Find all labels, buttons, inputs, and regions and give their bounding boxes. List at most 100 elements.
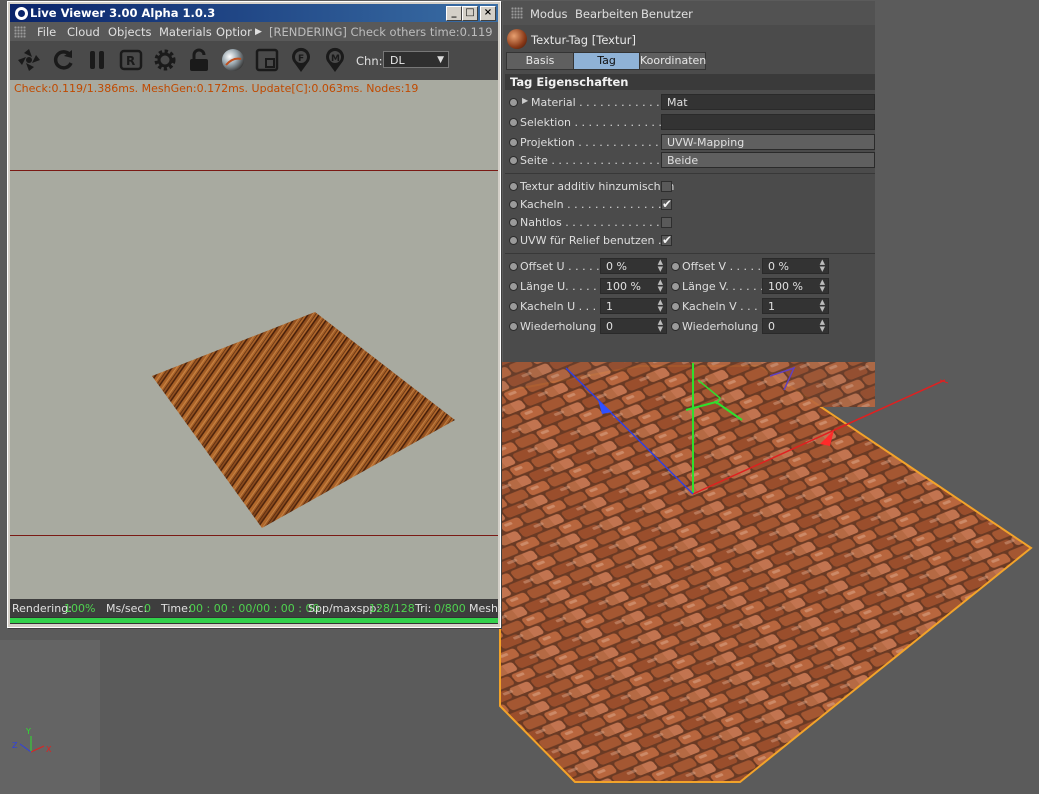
animate-dot-icon[interactable] — [509, 302, 518, 311]
rendering-label: Rendering: — [12, 602, 72, 615]
projektion-dropdown[interactable]: UVW-Mapping — [661, 134, 875, 150]
menu-file[interactable]: File — [37, 25, 56, 39]
wiederholung-u-field[interactable]: 0 ▲ ▼ — [600, 318, 667, 334]
uvw-relief-row: UVW für Relief benutzen . . ✔ — [509, 232, 875, 250]
kacheln-v-field[interactable]: 1 ▲ ▼ — [762, 298, 829, 314]
animate-dot-icon[interactable] — [509, 236, 518, 245]
animate-dot-icon[interactable] — [509, 322, 518, 331]
texture-tag-icon — [507, 29, 527, 49]
kacheln-u-field[interactable]: 1 ▲ ▼ — [600, 298, 667, 314]
attribute-menubar: Modus Bearbeiten Benutzer — [503, 1, 875, 25]
animate-dot-icon[interactable] — [509, 200, 518, 209]
menu-benutzer[interactable]: Benutzer — [641, 7, 693, 21]
animate-dot-icon[interactable] — [671, 302, 680, 311]
offset-v-field[interactable]: 0 % ▲ ▼ — [762, 258, 829, 274]
spinner-arrows-icon[interactable]: ▲ ▼ — [820, 299, 825, 313]
divider — [505, 253, 875, 254]
animate-dot-icon[interactable] — [509, 218, 518, 227]
live-viewer-titlebar[interactable]: Live Viewer 3.00 Alpha 1.0.3 _ □ × — [10, 4, 498, 22]
uvw-relief-checkbox[interactable]: ✔ — [661, 234, 672, 246]
channel-value: DL — [390, 54, 405, 67]
menu-options[interactable]: Optior — [216, 25, 252, 39]
animate-dot-icon[interactable] — [509, 156, 518, 165]
nahtlos-checkbox[interactable] — [661, 217, 672, 228]
divider — [505, 173, 875, 174]
focus-frame-icon[interactable] — [254, 47, 280, 73]
selektion-field[interactable] — [661, 114, 875, 130]
textur-additiv-checkbox[interactable] — [661, 181, 672, 192]
wiederholung-v-field[interactable]: 0 ▲ ▼ — [762, 318, 829, 334]
render-view[interactable]: Check:0.119/1.386ms. MeshGen:0.172ms. Up… — [10, 80, 498, 599]
wiederholung-row: Wiederholung U 0 ▲ ▼ Wiederholung V 0 ▲ ▼ — [509, 318, 875, 336]
spinner-arrows-icon[interactable]: ▲ ▼ — [658, 299, 663, 313]
channel-label: Chn: — [356, 54, 383, 68]
spinner-arrows-icon[interactable]: ▲ ▼ — [820, 319, 825, 333]
offset-u-field[interactable]: 0 % ▲ ▼ — [600, 258, 667, 274]
refresh-icon[interactable] — [50, 47, 76, 73]
projektion-label: Projektion . . . . . . . . . . . . . — [520, 136, 666, 149]
render-status-text: [RENDERING] Check others time:0.119 — [269, 25, 493, 39]
menu-bearbeiten[interactable]: Bearbeiten — [575, 7, 638, 21]
menu-objects[interactable]: Objects — [108, 25, 151, 39]
material-pin-icon[interactable]: M — [322, 47, 348, 73]
expand-triangle-icon[interactable]: ▶ — [522, 96, 528, 105]
menu-overflow-arrow-icon[interactable]: ▶ — [255, 27, 262, 37]
animate-dot-icon[interactable] — [671, 322, 680, 331]
channel-select[interactable]: DL ▼ — [383, 51, 449, 68]
laenge-u-field[interactable]: 100 % ▲ ▼ — [600, 278, 667, 294]
kacheln-row: Kacheln . . . . . . . . . . . . . . . ✔ — [509, 196, 875, 214]
material-link-field[interactable]: Mat — [661, 94, 875, 110]
tab-tag[interactable]: Tag — [573, 52, 640, 70]
spinner-arrows-icon[interactable]: ▲ ▼ — [658, 319, 663, 333]
spinner-arrows-icon[interactable]: ▲ ▼ — [658, 259, 663, 273]
menu-modus[interactable]: Modus — [530, 7, 568, 21]
spinner-arrows-icon[interactable]: ▲ ▼ — [820, 259, 825, 273]
tab-basis[interactable]: Basis — [506, 52, 574, 70]
app-logo-icon — [14, 6, 29, 21]
animate-dot-icon[interactable] — [671, 282, 680, 291]
animate-dot-icon[interactable] — [509, 282, 518, 291]
live-viewer-menubar: File Cloud Objects Materials Optior ▶ [R… — [10, 22, 498, 41]
laenge-v-field[interactable]: 100 % ▲ ▼ — [762, 278, 829, 294]
menu-materials[interactable]: Materials — [159, 25, 212, 39]
animate-dot-icon[interactable] — [509, 98, 518, 107]
animate-dot-icon[interactable] — [509, 262, 518, 271]
offset-v-label: Offset V . . . . . — [682, 260, 762, 273]
animate-dot-icon[interactable] — [509, 118, 518, 127]
lock-icon[interactable] — [186, 47, 212, 73]
animate-dot-icon[interactable] — [509, 182, 518, 191]
kacheln-label: Kacheln . . . . . . . . . . . . . . . — [520, 198, 669, 211]
textur-additiv-label: Textur additiv hinzumischen — [520, 180, 675, 193]
chevron-down-icon: ▼ — [437, 55, 444, 65]
render-progress-bar — [10, 617, 498, 624]
menu-cloud[interactable]: Cloud — [67, 25, 100, 39]
close-button[interactable]: × — [480, 6, 496, 21]
live-viewer-window[interactable]: Live Viewer 3.00 Alpha 1.0.3 _ □ × File … — [7, 1, 502, 628]
wiederholung-v-label: Wiederholung V — [682, 320, 770, 333]
kacheln-checkbox[interactable]: ✔ — [661, 198, 672, 210]
focus-pin-icon[interactable]: F — [288, 47, 314, 73]
projektion-row: Projektion . . . . . . . . . . . . . UVW… — [509, 134, 875, 152]
animate-dot-icon[interactable] — [509, 138, 518, 147]
tri-label: Tri: — [415, 602, 432, 615]
pause-icon[interactable] — [84, 47, 110, 73]
seite-dropdown[interactable]: Beide — [661, 152, 875, 168]
material-ball-icon[interactable] — [220, 47, 246, 73]
offset-u-value: 0 % — [606, 260, 627, 273]
spinner-arrows-icon[interactable]: ▲ ▼ — [820, 279, 825, 293]
nahtlos-row: Nahtlos . . . . . . . . . . . . . . . — [509, 214, 875, 232]
spinner-arrows-icon[interactable]: ▲ ▼ — [658, 279, 663, 293]
aperture-icon[interactable] — [16, 47, 42, 73]
kacheln-u-value: 1 — [606, 300, 613, 313]
material-label: Material . . . . . . . . . . . . . . — [531, 96, 674, 109]
animate-dot-icon[interactable] — [671, 262, 680, 271]
kacheln-uv-row: Kacheln U . . . . 1 ▲ ▼ Kacheln V . . . . … — [509, 298, 875, 316]
minimize-button[interactable]: _ — [446, 6, 462, 21]
maximize-button[interactable]: □ — [462, 6, 478, 21]
region-render-icon[interactable]: R — [118, 47, 144, 73]
wood-plane-render — [152, 312, 455, 528]
settings-gear-icon[interactable] — [152, 47, 178, 73]
attribute-title: Textur-Tag [Textur] — [531, 33, 637, 47]
tab-koordinaten[interactable]: Koordinaten — [639, 52, 706, 70]
tri-value: 0/800 — [434, 602, 466, 615]
